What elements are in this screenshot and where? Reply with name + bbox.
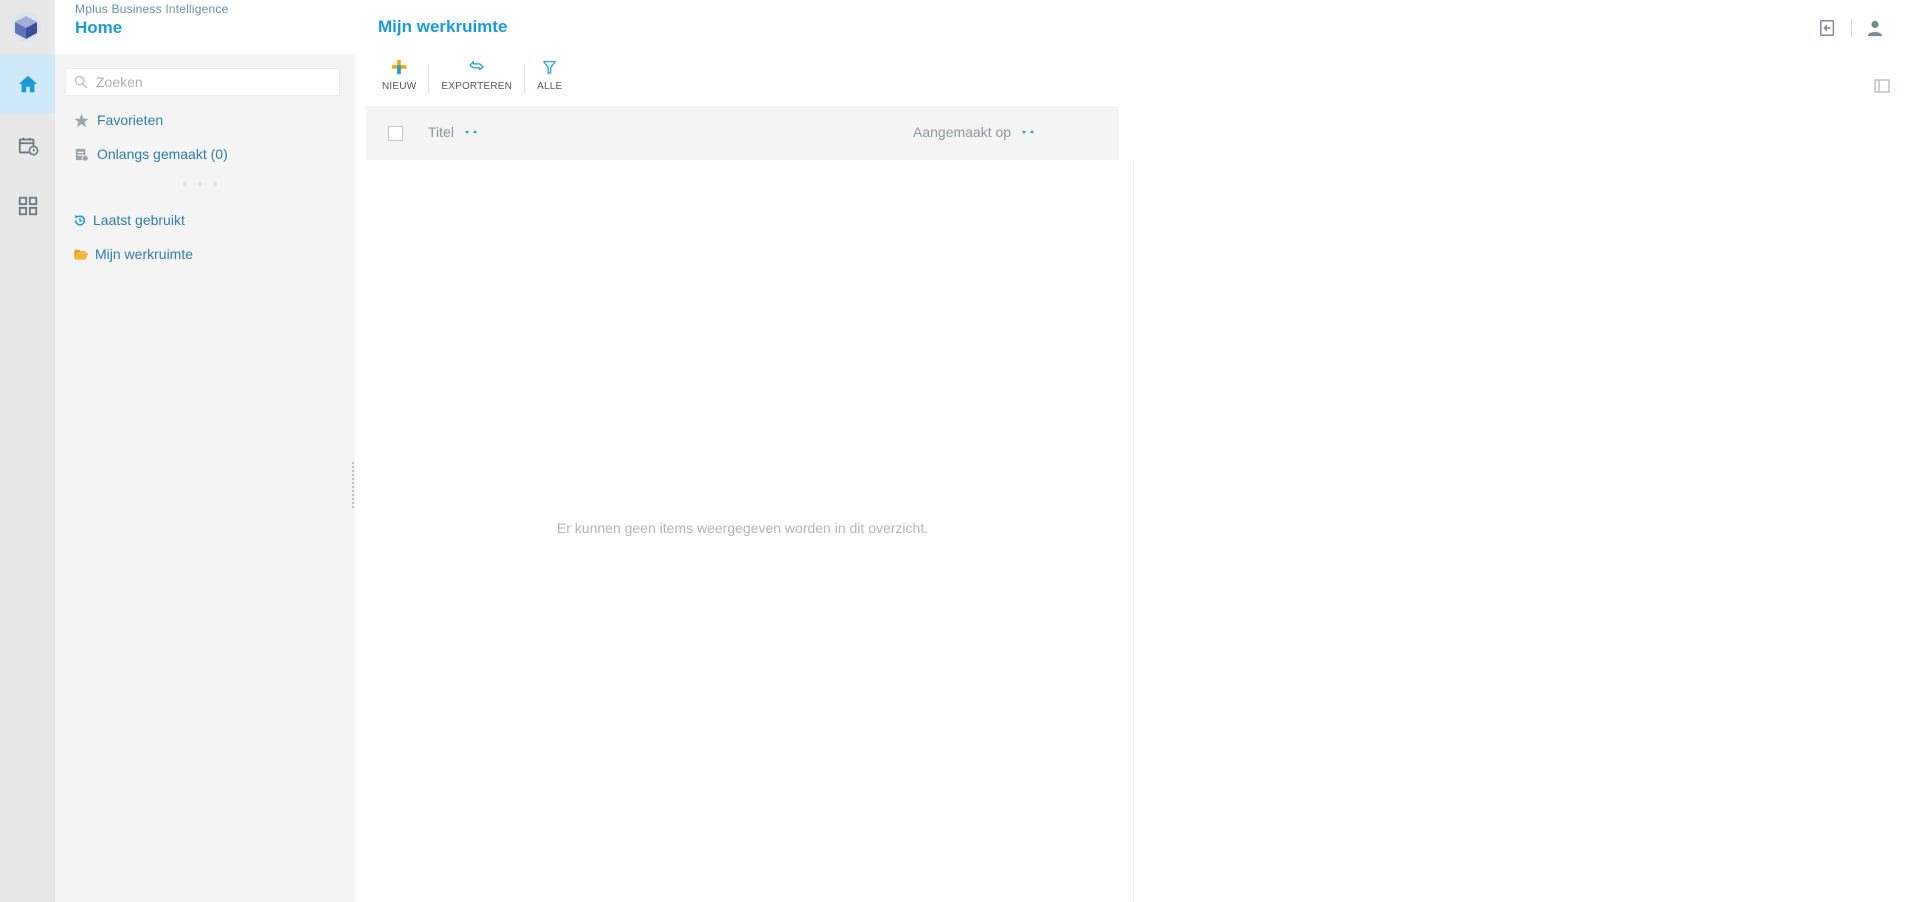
exit-icon: [1820, 20, 1835, 36]
sidebar-item-label: Mijn werkruimte: [95, 246, 194, 262]
grid-icon: [18, 196, 37, 216]
sidebar-item-label: Onlangs gemaakt (0): [97, 146, 228, 162]
loading-dots: [183, 182, 217, 186]
new-button[interactable]: NIEUW: [370, 58, 428, 92]
header-divider: [1851, 18, 1852, 38]
sort-icon[interactable]: [1021, 128, 1037, 136]
column-label: Aangemaakt op: [913, 124, 1012, 140]
toggle-detail-panel-button[interactable]: [1874, 78, 1890, 94]
app-logo-icon[interactable]: [10, 11, 42, 43]
search-input[interactable]: [96, 74, 326, 90]
empty-state-message: Er kunnen geen items weergegeven worden …: [556, 520, 929, 536]
filter-icon: [540, 58, 560, 76]
folder-open-icon: [73, 246, 89, 262]
column-header-titel[interactable]: Titel: [428, 124, 480, 140]
user-icon: [1867, 20, 1883, 37]
logout-button[interactable]: [1815, 16, 1841, 40]
header-actions: [1815, 16, 1888, 40]
rail-calendar-button[interactable]: [0, 116, 55, 176]
page-title: Mijn werkruimte: [378, 17, 508, 36]
rail-home-button[interactable]: [0, 54, 55, 114]
sort-icon[interactable]: [464, 128, 480, 136]
toolbar: NIEUW EXPORTEREN ALLE: [370, 58, 574, 98]
new-button-label: NIEUW: [382, 81, 417, 92]
app-subtitle: Mplus Business Intelligence: [75, 2, 229, 16]
history-icon: [73, 212, 87, 228]
export-arrows-icon: [467, 58, 487, 76]
search-icon: [74, 75, 88, 89]
app-title: Home: [75, 18, 123, 37]
column-header-aangemaakt-op[interactable]: Aangemaakt op: [913, 124, 1037, 140]
left-rail: [0, 0, 55, 902]
table-header: Titel Aangemaakt op: [366, 106, 1119, 160]
filter-button-label: ALLE: [537, 81, 563, 92]
rail-apps-button[interactable]: [0, 176, 55, 236]
panel-resize-handle[interactable]: [352, 462, 354, 508]
star-icon: [73, 112, 89, 128]
content-divider: [1133, 160, 1134, 902]
select-all-checkbox[interactable]: [388, 126, 403, 141]
export-button[interactable]: EXPORTEREN: [429, 58, 524, 92]
sidebar-item-favorieten[interactable]: Favorieten: [73, 112, 163, 128]
sidebar-panel: Favorieten Onlangs gemaakt (0) Laatst ge…: [55, 54, 355, 902]
search-box[interactable]: [65, 68, 340, 96]
panel-toggle-icon: [1874, 79, 1890, 93]
user-account-button[interactable]: [1862, 16, 1888, 40]
sidebar-item-onlangs-gemaakt[interactable]: Onlangs gemaakt (0): [73, 146, 228, 162]
calendar-clock-icon: [18, 137, 38, 156]
sidebar-item-label: Laatst gebruikt: [93, 212, 185, 228]
column-label: Titel: [428, 124, 454, 140]
sidebar-item-label: Favorieten: [97, 112, 164, 128]
home-icon: [18, 75, 37, 93]
filter-button[interactable]: ALLE: [525, 58, 574, 92]
recent-document-icon: [73, 146, 89, 162]
sidebar-item-mijn-werkruimte[interactable]: Mijn werkruimte: [73, 246, 193, 262]
sidebar-item-laatst-gebruikt[interactable]: Laatst gebruikt: [73, 212, 185, 228]
plus-icon: [389, 58, 409, 76]
export-button-label: EXPORTEREN: [441, 81, 513, 92]
